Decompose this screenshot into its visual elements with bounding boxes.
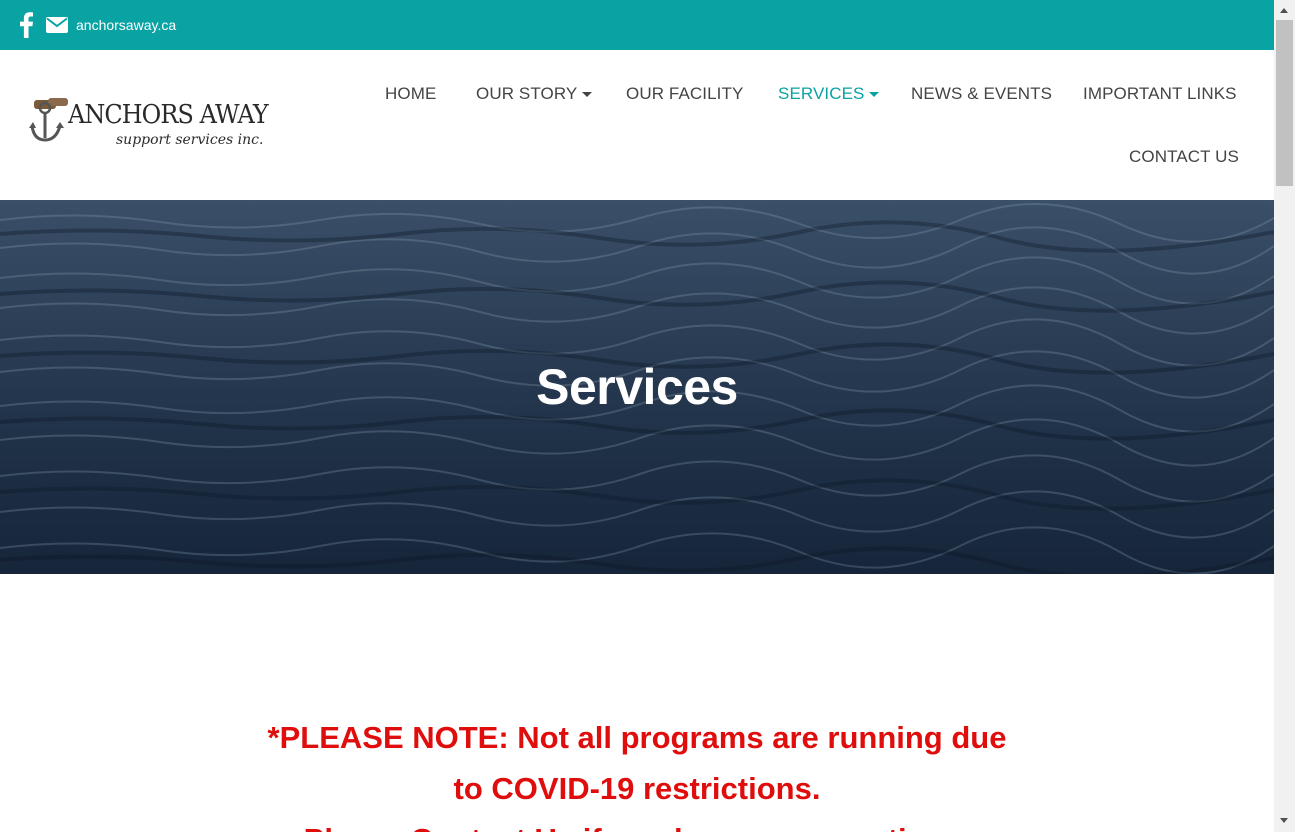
logo-brand: ANCHORS AWAY [68, 100, 269, 130]
page: anchorsaway.ca ANCHORS AWAY support serv… [0, 0, 1274, 832]
nav-important-links-label: IMPORTANT LINKS [1083, 84, 1237, 103]
nav-news-events[interactable]: NEWS & EVENTS [911, 84, 1052, 104]
nav-our-facility[interactable]: OUR FACILITY [626, 84, 743, 104]
caret-down-icon [869, 92, 880, 98]
nav-home-label: HOME [385, 84, 437, 103]
nav-services[interactable]: SERVICES [778, 84, 880, 104]
site-logo[interactable]: ANCHORS AWAY support services inc. [28, 94, 269, 158]
hero-banner: Services [0, 200, 1274, 574]
site-header: ANCHORS AWAY support services inc. HOME … [0, 50, 1274, 200]
nav-contact-us[interactable]: CONTACT US [1129, 147, 1239, 167]
scroll-up-arrow-icon[interactable] [1280, 8, 1288, 13]
notice-line-2: to COVID-19 restrictions. [453, 771, 821, 806]
nav-important-links[interactable]: IMPORTANT LINKS [1083, 84, 1237, 104]
envelope-icon[interactable] [46, 16, 68, 34]
scrollbar-thumb[interactable] [1276, 20, 1293, 186]
page-title: Services [536, 359, 738, 415]
nav-contact-us-label: CONTACT US [1129, 147, 1239, 166]
nav-services-label: SERVICES [778, 84, 865, 103]
nav-home[interactable]: HOME [385, 84, 436, 104]
nav-our-story[interactable]: OUR STORY [476, 84, 593, 104]
nav-news-events-label: NEWS & EVENTS [911, 84, 1053, 103]
notice-line-1: *PLEASE NOTE: Not all programs are runni… [267, 720, 1007, 755]
logo-tagline: support services inc. [116, 132, 264, 148]
caret-down-icon [582, 92, 593, 98]
website-link[interactable]: anchorsaway.ca [76, 17, 176, 33]
vertical-scrollbar[interactable] [1274, 0, 1295, 832]
scroll-down-arrow-icon[interactable] [1280, 818, 1288, 823]
anchor-icon [29, 98, 68, 142]
nav-our-story-label: OUR STORY [476, 84, 578, 103]
notice-line-3: Please Contact Us if you have any questi… [0, 814, 1274, 832]
covid-notice: *PLEASE NOTE: Not all programs are runni… [0, 712, 1274, 832]
facebook-icon[interactable] [18, 12, 34, 38]
nav-our-facility-label: OUR FACILITY [626, 84, 744, 103]
top-bar: anchorsaway.ca [0, 0, 1274, 50]
